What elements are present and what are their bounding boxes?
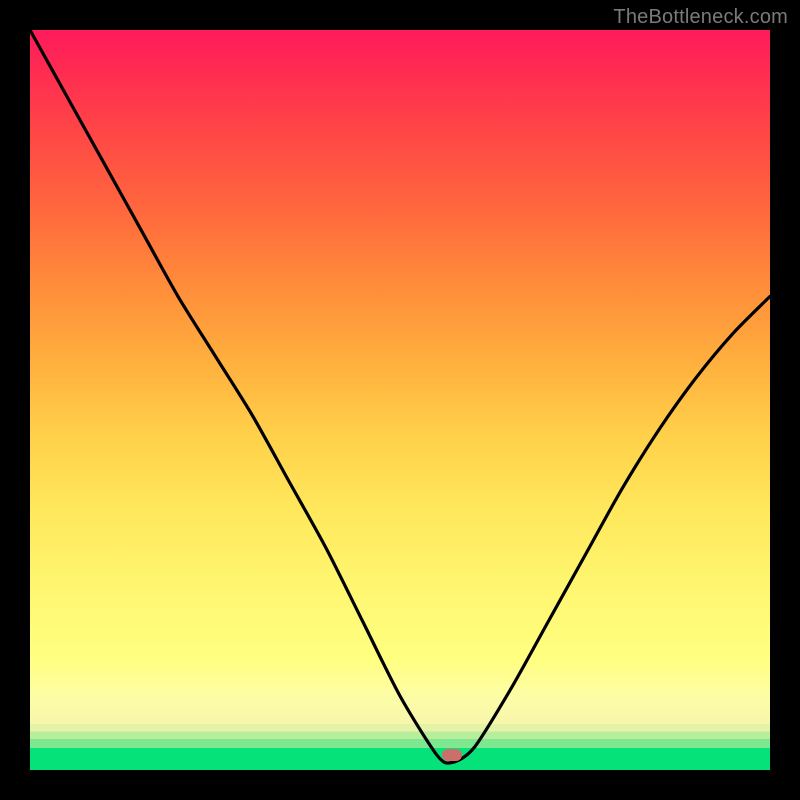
curve-svg (30, 30, 770, 770)
chart-frame: TheBottleneck.com (0, 0, 800, 800)
plot-area (30, 30, 770, 770)
optimum-marker (442, 749, 462, 761)
bottleneck-curve (30, 30, 770, 763)
watermark-text: TheBottleneck.com (613, 6, 788, 29)
